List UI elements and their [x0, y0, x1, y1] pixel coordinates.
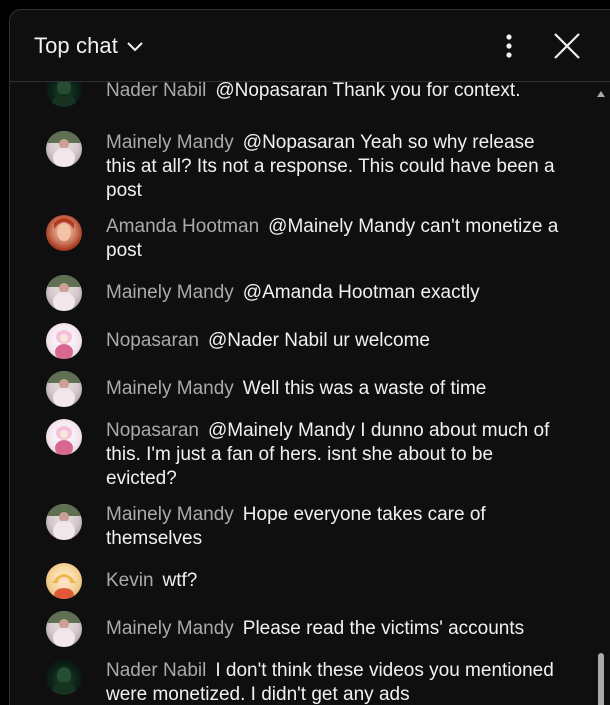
message-content: Mainely Mandy @Nopasaran Yeah so why rele… [106, 131, 562, 203]
message-content: Mainely Mandy @Amanda Hootman exactly [106, 281, 562, 305]
author-name[interactable]: Mainely Mandy [106, 618, 234, 639]
avatar[interactable] [46, 371, 82, 407]
author-name[interactable]: Kevin [106, 570, 154, 591]
avatar-figure-icon [46, 371, 82, 407]
message-text: Well this was a waste of time [242, 378, 487, 399]
chat-header: Top chat [10, 10, 610, 82]
chat-mode-dropdown[interactable]: Top chat [34, 31, 144, 61]
author-name[interactable]: Mainely Mandy [106, 132, 234, 153]
live-chat-panel: Top chat Nader Nabil @Nopasaran Thank yo… [9, 9, 610, 705]
author-name[interactable]: Mainely Mandy [106, 282, 234, 303]
message-content: Amanda Hootman @Mainely Mandy can't monet… [106, 215, 562, 263]
avatar-figure-icon [46, 275, 82, 311]
avatar[interactable] [46, 419, 82, 455]
avatar[interactable] [46, 659, 82, 695]
avatar-figure-icon [52, 667, 76, 695]
avatar[interactable] [46, 504, 82, 540]
author-name[interactable]: Nader Nabil [106, 660, 206, 681]
avatar[interactable] [46, 82, 82, 107]
message-text: Please read the victims' accounts [242, 618, 525, 639]
avatar-figure-icon [54, 218, 74, 241]
message-content: Mainely Mandy Well this was a waste of ti… [106, 377, 562, 401]
close-icon[interactable] [552, 31, 582, 61]
chat-message-list[interactable]: Nader Nabil @Nopasaran Thank you for cont… [10, 82, 610, 705]
avatar-figure-icon [46, 504, 82, 540]
message-content: Nopasaran @Nader Nabil ur welcome [106, 329, 562, 353]
more-vertical-icon[interactable] [494, 30, 524, 62]
author-name[interactable]: Nader Nabil [106, 82, 206, 101]
message-text: wtf? [162, 570, 198, 591]
message-content: Mainely Mandy Hope everyone takes care of… [106, 503, 562, 551]
avatar-figure-icon [55, 330, 73, 359]
avatar[interactable] [46, 323, 82, 359]
avatar[interactable] [46, 611, 82, 647]
message-content: Nader Nabil I don't think these videos yo… [106, 659, 562, 705]
avatar-figure-icon [46, 611, 82, 647]
avatar[interactable] [46, 131, 82, 167]
scrollbar-thumb[interactable] [598, 653, 604, 705]
avatar[interactable] [46, 275, 82, 311]
avatar-figure-icon [52, 82, 76, 107]
avatar-figure-icon [55, 426, 73, 455]
avatar[interactable] [46, 215, 82, 251]
author-name[interactable]: Mainely Mandy [106, 378, 234, 399]
message-text: @Nader Nabil ur welcome [207, 330, 430, 351]
chat-title: Top chat [34, 33, 118, 58]
message-text: @Amanda Hootman exactly [242, 282, 480, 303]
chevron-down-icon [127, 42, 143, 52]
avatar-figure-icon [46, 131, 82, 167]
scroll-up-arrow-icon[interactable] [596, 90, 606, 98]
author-name[interactable]: Nopasaran [106, 420, 199, 441]
avatar-figure-icon [52, 574, 76, 599]
avatar[interactable] [46, 563, 82, 599]
message-content: Nopasaran @Mainely Mandy I dunno about mu… [106, 419, 562, 491]
author-name[interactable]: Mainely Mandy [106, 504, 234, 525]
message-content: Mainely Mandy Please read the victims' ac… [106, 617, 562, 641]
message-content: Kevin wtf? [106, 569, 562, 593]
message-content: Nader Nabil @Nopasaran Thank you for cont… [106, 82, 562, 103]
author-name[interactable]: Nopasaran [106, 330, 199, 351]
author-name[interactable]: Amanda Hootman [106, 216, 259, 237]
message-text: @Nopasaran Thank you for context. [215, 82, 521, 101]
